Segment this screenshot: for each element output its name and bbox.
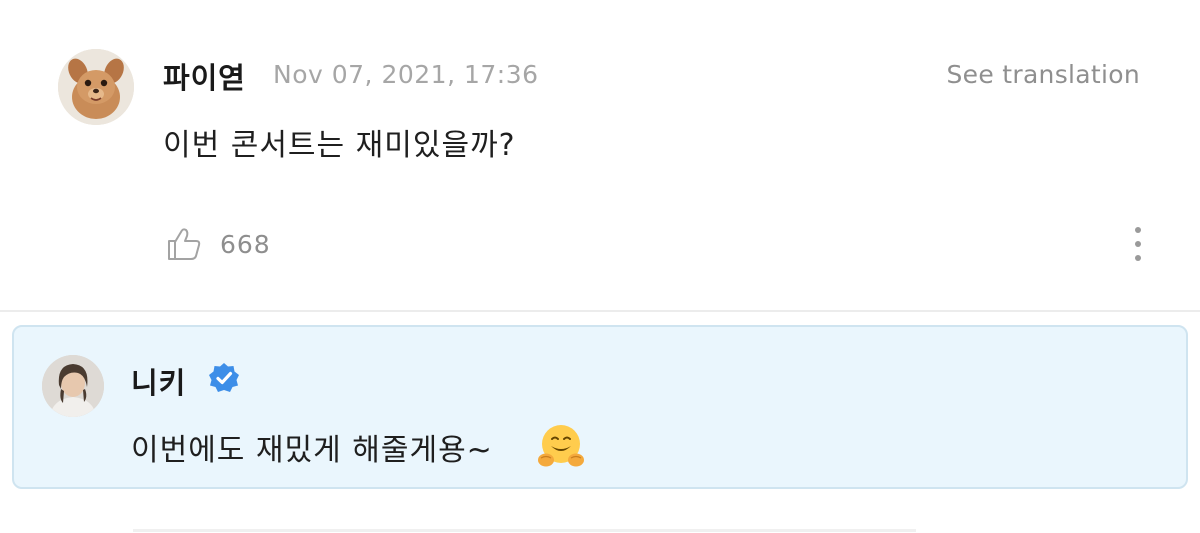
dog-avatar-icon [58,49,134,125]
fan-comment: 파이엳 Nov 07, 2021, 17:36 See translation … [0,0,1200,312]
hugging-face-emoji-icon [537,422,585,470]
see-translation-button[interactable]: See translation [946,60,1140,89]
divider [133,529,916,532]
comment-timestamp: Nov 07, 2021, 17:36 [273,60,539,89]
more-options-button[interactable] [1124,224,1152,264]
more-vertical-icon [1135,227,1141,233]
artist-avatar[interactable] [42,355,104,417]
artist-reply: 니키 이번에도 재밌게 해줄게용~ [12,325,1188,489]
more-dot [1135,241,1141,247]
like-count: 668 [220,229,271,259]
reply-author[interactable]: 니키 [131,360,186,402]
comment-thread: 파이엳 Nov 07, 2021, 17:36 See translation … [0,0,1200,533]
like-button[interactable]: 668 [164,224,271,264]
thumbs-up-icon [168,228,201,260]
divider [0,310,1200,312]
verified-badge-icon [207,361,241,395]
comment-text: 이번 콘서트는 재미있을까? [163,128,516,163]
person-avatar-icon [42,355,104,417]
comment-author[interactable]: 파이엳 [163,55,246,97]
more-dot [1135,255,1141,261]
user-avatar[interactable] [58,49,134,125]
reply-text: 이번에도 재밌게 해줄게용~ [131,433,493,468]
